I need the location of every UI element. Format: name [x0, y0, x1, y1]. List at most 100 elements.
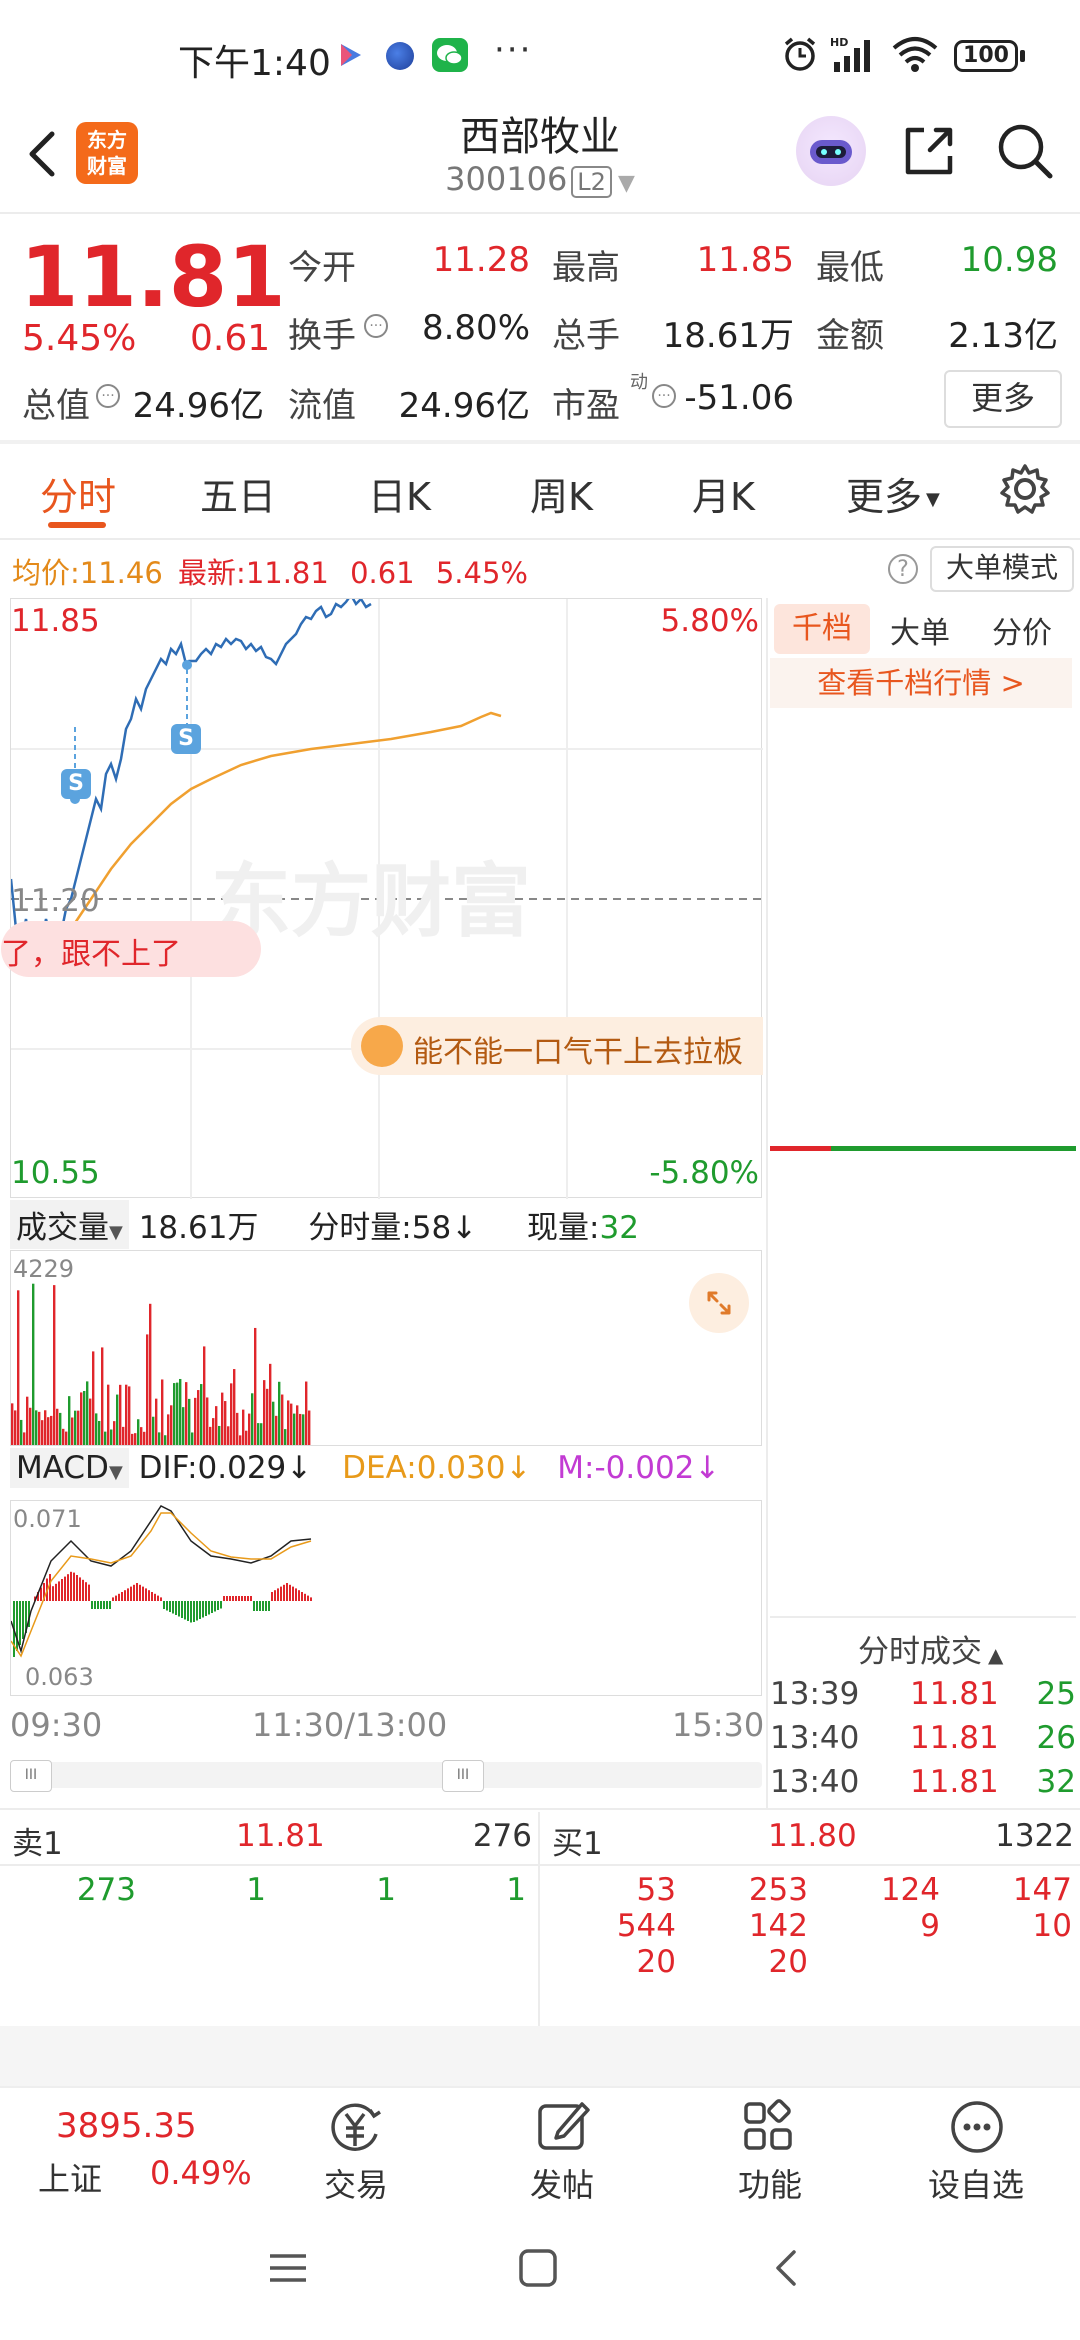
- bid-queue-order: 147: [1012, 1872, 1072, 1908]
- comment-input-strip: [0, 2026, 1080, 2086]
- volume-bar: [206, 1397, 209, 1445]
- tab-5day[interactable]: 五日: [200, 466, 276, 521]
- queue-ask-price: 11.81: [236, 1818, 325, 1854]
- post-edit-icon[interactable]: [532, 2096, 594, 2158]
- tab-weekly-k[interactable]: 周K: [530, 466, 593, 521]
- volume-bar: [122, 1426, 125, 1445]
- functions-grid-icon[interactable]: [738, 2096, 800, 2158]
- volume-bar: [62, 1428, 65, 1445]
- nav-post[interactable]: 发帖: [492, 2160, 632, 2206]
- macd-bar: [145, 1588, 147, 1601]
- volume-bar: [185, 1382, 188, 1445]
- settings-gear-icon[interactable]: [996, 460, 1054, 518]
- tab-depth[interactable]: 千档: [774, 604, 870, 654]
- more-quote-button[interactable]: 更多: [944, 370, 1062, 428]
- macd-dif: DIF:0.029: [138, 1450, 287, 1486]
- home-icon[interactable]: [518, 2248, 558, 2288]
- macd-bar: [283, 1584, 285, 1601]
- sell-marker-s[interactable]: S: [61, 769, 91, 799]
- volume-bar: [71, 1417, 74, 1445]
- pe-label: 市盈: [552, 386, 620, 426]
- scroller-right-handle[interactable]: III: [442, 1760, 484, 1792]
- signal-icon: HD: [830, 34, 880, 74]
- volume-bar: [149, 1303, 152, 1445]
- trade-yen-icon[interactable]: [324, 2096, 386, 2158]
- index-name[interactable]: 上证: [38, 2154, 102, 2200]
- volume-bar: [134, 1433, 137, 1445]
- comment-bubble[interactable]: 能不能一口气干上去拉板: [351, 1017, 763, 1075]
- bid-queue-order: 20: [768, 1944, 808, 1980]
- robot-assistant-icon[interactable]: [796, 116, 866, 186]
- macd-bar: [157, 1595, 159, 1601]
- change-pct-value: 5.45%: [435, 556, 528, 590]
- scroller-left-handle[interactable]: III: [10, 1760, 52, 1792]
- volume-bar: [266, 1388, 269, 1445]
- macd-bar: [142, 1586, 144, 1601]
- info-icon[interactable]: ···: [364, 314, 388, 338]
- tab-big-orders[interactable]: 大单: [890, 608, 950, 652]
- battery-tip: [1020, 50, 1025, 62]
- battery-icon: 100: [954, 40, 1018, 72]
- volume-bar: [203, 1346, 206, 1445]
- volume-bar: [155, 1398, 158, 1445]
- macd-bar: [133, 1584, 135, 1601]
- volume-bar: [56, 1408, 59, 1445]
- queue-divider: [538, 1812, 540, 2026]
- high-value: 11.85: [696, 240, 794, 280]
- share-icon[interactable]: [898, 120, 960, 182]
- volume-selector[interactable]: 成交量▼: [10, 1200, 129, 1249]
- expand-icon[interactable]: [689, 1273, 749, 1333]
- turnover-label: 换手: [288, 316, 356, 356]
- nav-add-watchlist[interactable]: 设自选: [906, 2160, 1046, 2206]
- nav-trade[interactable]: 交易: [286, 2160, 426, 2206]
- ticks-title[interactable]: 分时成交 ▲: [858, 1626, 1003, 1671]
- volume-bar: [50, 1415, 53, 1445]
- watchlist-more-icon[interactable]: [946, 2096, 1008, 2158]
- macd-bar: [118, 1593, 120, 1601]
- big-order-mode-button[interactable]: 大单模式: [930, 546, 1074, 592]
- intraday-chart[interactable]: 东方财富 S S 了，跟不上了 能不能一口气干上去拉板 11.85 5.80% …: [1, 598, 763, 1199]
- ask-list: 卖1011.90593卖911.89234卖811.881013卖711.874…: [770, 712, 1080, 1142]
- tab-price-distribution[interactable]: 分价: [992, 608, 1052, 652]
- sell-marker-s[interactable]: S: [171, 724, 201, 754]
- ask-queue-order: 1: [376, 1872, 396, 1908]
- pe-dynamic-mark: 动: [630, 372, 648, 393]
- volume-bar: [26, 1396, 29, 1445]
- volume-bar: [68, 1396, 71, 1445]
- nav-functions[interactable]: 功能: [700, 2160, 840, 2206]
- index-change: 0.49%: [150, 2154, 252, 2192]
- macd-chart[interactable]: 0.071 0.063: [10, 1500, 762, 1696]
- comment-bubble[interactable]: 了，跟不上了: [1, 921, 261, 977]
- volume-bar: [89, 1398, 92, 1445]
- view-depth-link[interactable]: 查看千档行情 >: [770, 658, 1072, 708]
- macd-bar: [250, 1596, 252, 1601]
- tab-more[interactable]: 更多 ▼: [846, 466, 940, 521]
- index-value[interactable]: 3895.35: [56, 2106, 197, 2146]
- info-icon[interactable]: ···: [652, 384, 676, 408]
- search-icon[interactable]: [992, 118, 1058, 184]
- caret-up-icon: ▲: [988, 1643, 1004, 1667]
- macd-selector[interactable]: MACD▼: [10, 1448, 129, 1488]
- macd-bar: [64, 1576, 66, 1601]
- macd-bar: [139, 1584, 141, 1601]
- change-percent: 5.45%: [22, 318, 137, 359]
- tab-daily-k[interactable]: 日K: [368, 466, 431, 521]
- volume-bar: [293, 1413, 296, 1445]
- tab-intraday[interactable]: 分时: [40, 466, 116, 521]
- macd-bar: [214, 1601, 216, 1612]
- menu-icon[interactable]: [268, 2248, 308, 2288]
- system-back-icon[interactable]: [768, 2248, 808, 2288]
- macd-bar: [151, 1592, 153, 1601]
- volume-y-max: 4229: [13, 1255, 75, 1283]
- volume-chart[interactable]: 4229: [10, 1250, 762, 1446]
- help-icon[interactable]: ?: [888, 554, 918, 584]
- volume-bar: [257, 1423, 260, 1445]
- time-range-scroller[interactable]: III III: [10, 1760, 762, 1792]
- bid-queue-order: 20: [636, 1944, 676, 1980]
- volume-bar: [11, 1403, 14, 1445]
- float-cap-label: 流值: [288, 386, 356, 426]
- tab-monthly-k[interactable]: 月K: [692, 466, 755, 521]
- volume-bar: [167, 1414, 170, 1445]
- info-icon[interactable]: ···: [96, 384, 120, 408]
- high-label: 最高: [552, 248, 620, 288]
